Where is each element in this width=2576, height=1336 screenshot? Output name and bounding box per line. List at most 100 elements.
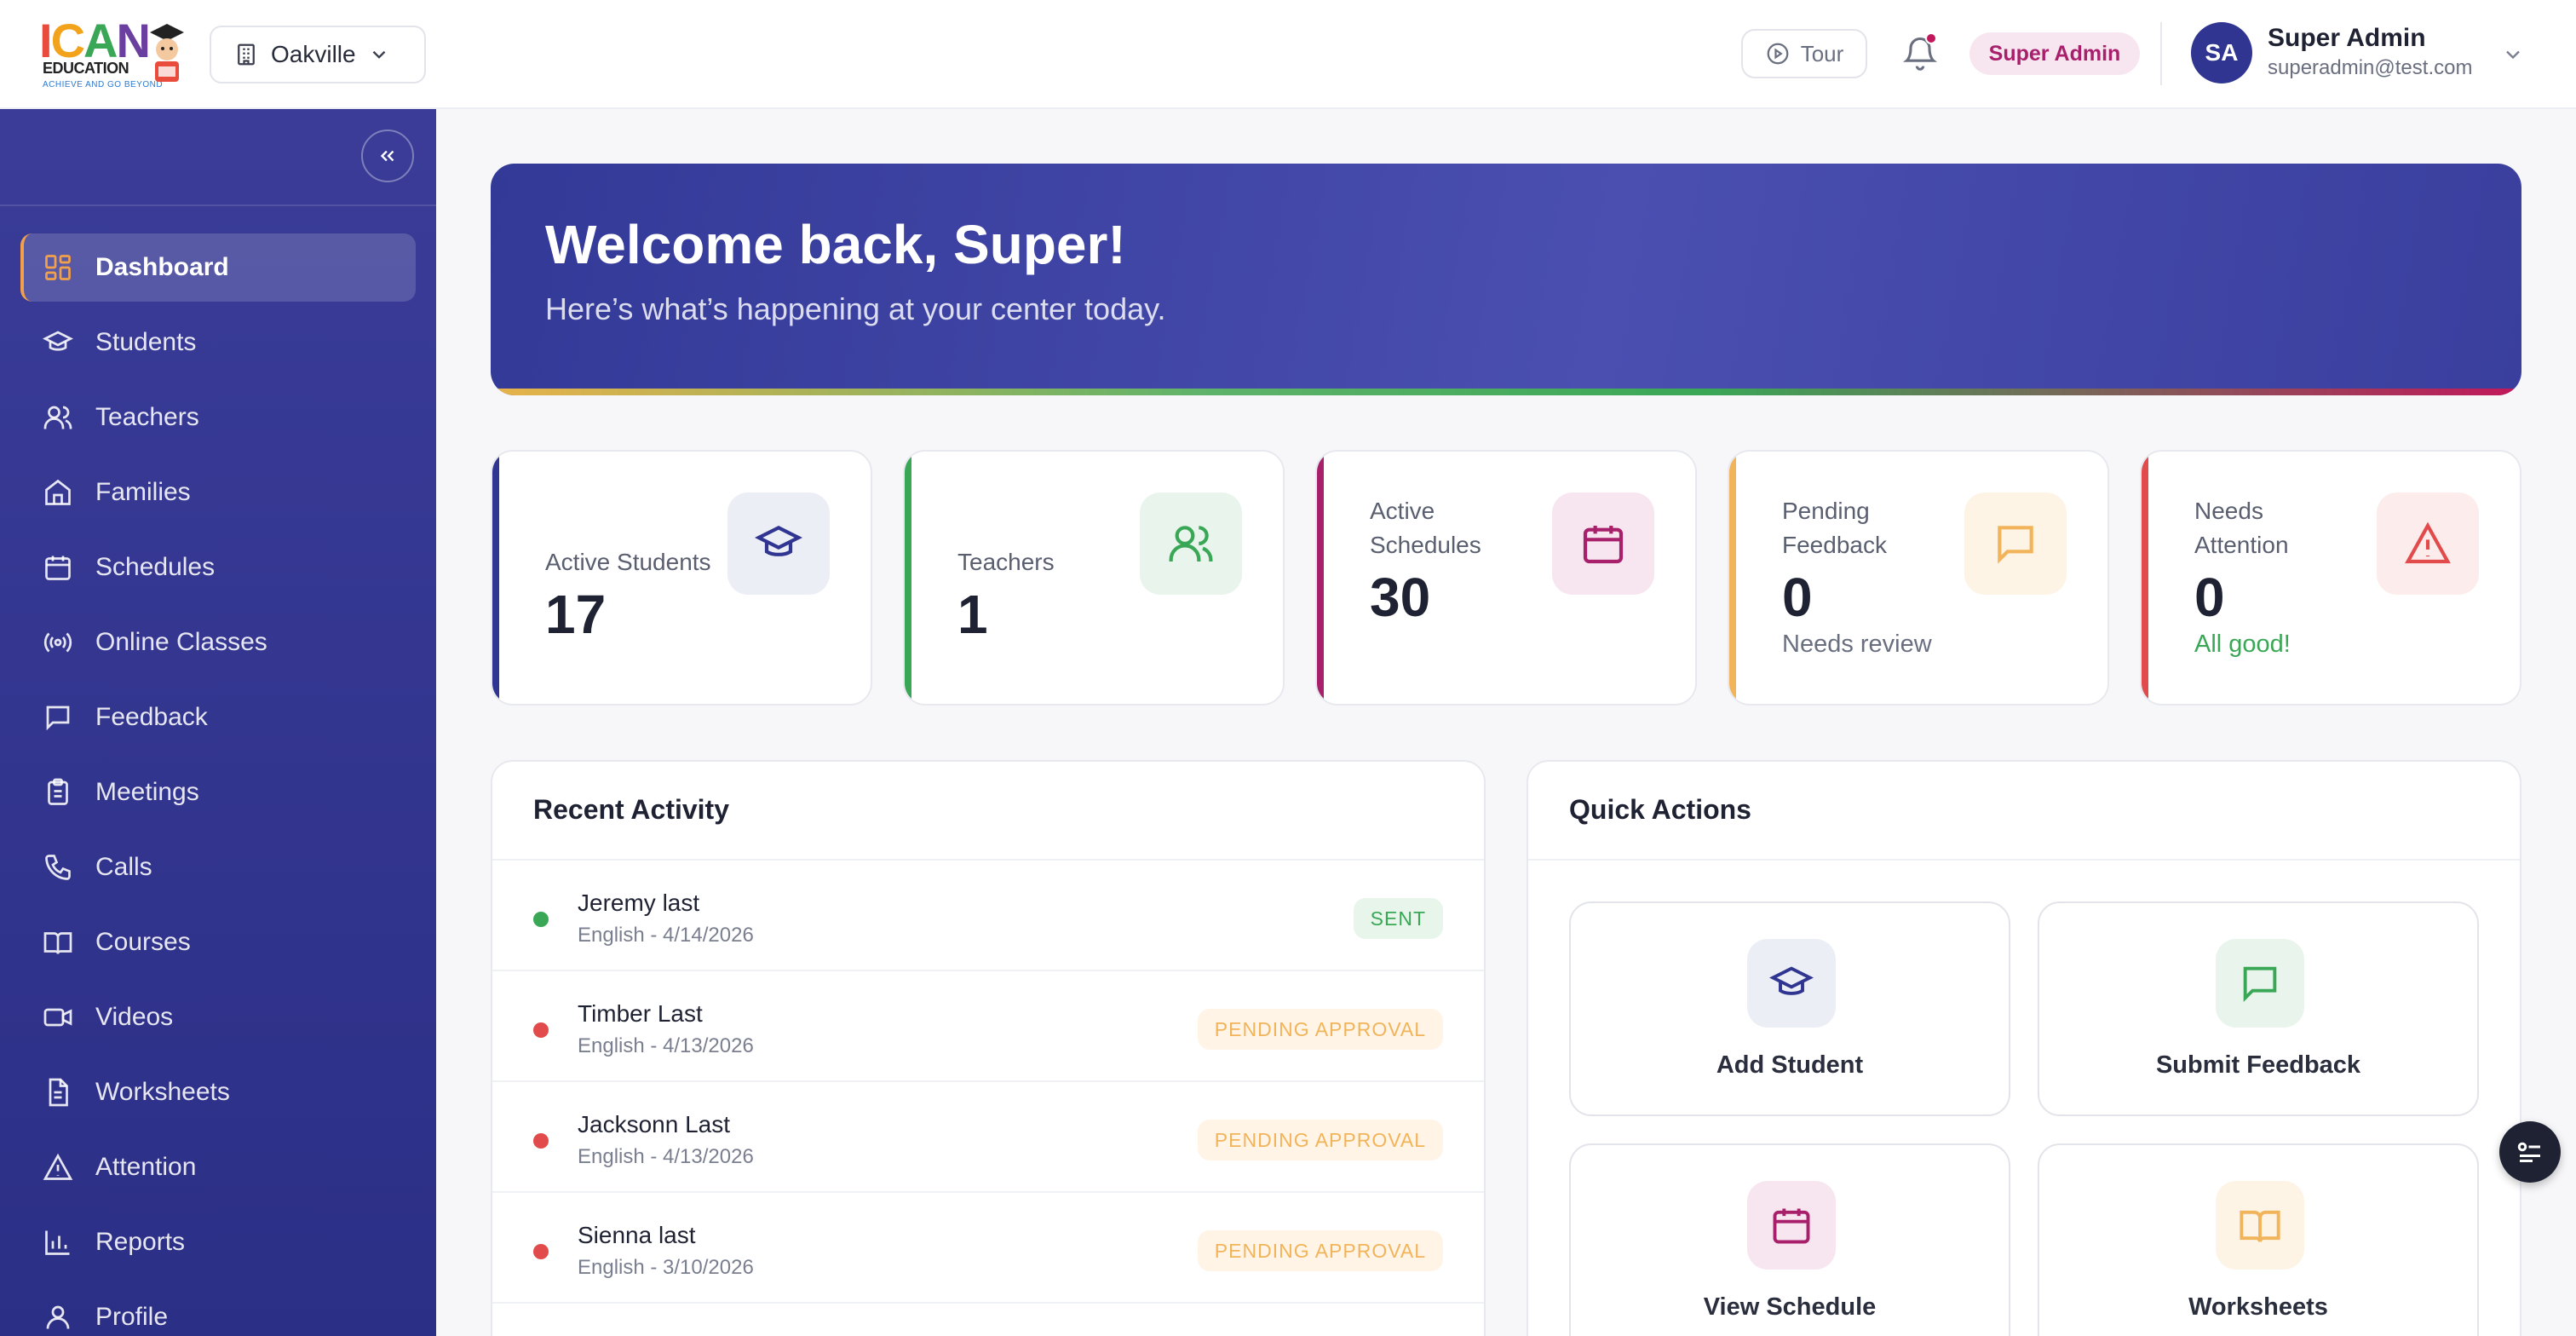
- collapse-sidebar-button[interactable]: [361, 130, 414, 182]
- calendar-icon: [1583, 526, 1624, 564]
- sidebar-item-label: Dashboard: [95, 253, 229, 281]
- list-settings-icon: [2517, 1142, 2540, 1162]
- graduation-cap-icon: [755, 525, 802, 556]
- activity-item[interactable]: Sienna last English - 3/10/2026 PENDING …: [492, 1193, 1484, 1304]
- submit-feedback-button[interactable]: Submit Feedback: [2038, 901, 2479, 1116]
- qa-label: View Schedule: [1703, 1293, 1877, 1321]
- sidebar-item-attention[interactable]: Attention: [20, 1133, 416, 1201]
- stat-label: Pending: [1782, 498, 1870, 524]
- calendar-icon: [1773, 1208, 1810, 1244]
- activity-name: Jacksonn Last: [578, 1111, 730, 1137]
- sidebar-item-label: Online Classes: [95, 628, 267, 656]
- sidebar-item-courses[interactable]: Courses: [20, 908, 416, 976]
- user-icon: [46, 1305, 70, 1329]
- stat-label: Needs: [2194, 498, 2263, 524]
- qa-label: Add Student: [1716, 1051, 1864, 1079]
- sidebar-item-worksheets[interactable]: Worksheets: [20, 1058, 416, 1126]
- worksheets-button[interactable]: Worksheets: [2038, 1143, 2479, 1336]
- avatar[interactable]: SA: [2191, 22, 2252, 84]
- activity-item[interactable]: Timber Last English - 4/13/2026 PENDING …: [492, 971, 1484, 1082]
- stat-accent-bar: [905, 452, 911, 704]
- sidebar-item-families[interactable]: Families: [20, 458, 416, 527]
- status-badge: SENT: [1353, 898, 1443, 939]
- clipboard-icon: [48, 778, 68, 805]
- message-icon: [2243, 966, 2277, 1003]
- stat-card-active-students[interactable]: Active Students 17: [491, 450, 872, 705]
- stat-card-active-schedules[interactable]: Active Schedules 30: [1315, 450, 1697, 705]
- stat-label: Active: [1370, 498, 1435, 524]
- stat-label: Schedules: [1370, 532, 1481, 558]
- stat-icon-box: [1964, 492, 2067, 595]
- qa-label: Submit Feedback: [2155, 1051, 2361, 1079]
- phone-icon: [45, 855, 71, 880]
- sidebar-item-students[interactable]: Students: [20, 308, 416, 377]
- stat-card-pending-feedback[interactable]: Pending Feedback 0 Needs review: [1728, 450, 2109, 705]
- sidebar-item-label: Feedback: [95, 703, 208, 731]
- tour-button[interactable]: Tour: [1741, 29, 1867, 78]
- logo-subtitle: EDUCATION: [43, 60, 129, 77]
- sidebar-item-reports[interactable]: Reports: [20, 1208, 416, 1276]
- sidebar-item-label: Meetings: [95, 778, 199, 806]
- add-student-button[interactable]: Add Student: [1569, 901, 2010, 1116]
- qa-label: Worksheets: [2188, 1293, 2328, 1321]
- sidebar-item-calls[interactable]: Calls: [20, 833, 416, 901]
- status-badge: PENDING APPROVAL: [1197, 1230, 1443, 1271]
- broadcast-icon: [43, 632, 72, 653]
- users-icon: [1169, 526, 1213, 561]
- panel-title: Quick Actions: [1569, 794, 1751, 825]
- stat-card-needs-attention[interactable]: Needs Attention 0 All good!: [2140, 450, 2521, 705]
- message-icon: [1998, 526, 2033, 564]
- sidebar: Dashboard Students Teachers Families Sch…: [0, 109, 436, 1336]
- activity-detail: English - 4/13/2026: [578, 1145, 754, 1168]
- logo-tagline: ACHIEVE AND GO BEYOND: [43, 80, 164, 89]
- sidebar-item-videos[interactable]: Videos: [20, 983, 416, 1051]
- stat-value: 1: [957, 584, 988, 645]
- sidebar-item-teachers[interactable]: Teachers: [20, 383, 416, 452]
- activity-item[interactable]: Jeremy last English - 4/14/2026 SENT: [492, 861, 1484, 971]
- play-circle-icon: [1767, 43, 1789, 65]
- sidebar-item-feedback[interactable]: Feedback: [20, 683, 416, 752]
- user-name[interactable]: Super Admin: [2268, 24, 2426, 53]
- stat-label: Attention: [2194, 532, 2289, 558]
- sidebar-item-label: Calls: [95, 853, 152, 881]
- view-schedule-button[interactable]: View Schedule: [1569, 1143, 2010, 1336]
- chevron-down-icon: [372, 50, 385, 59]
- stat-accent-bar: [1317, 452, 1324, 704]
- sidebar-item-dashboard[interactable]: Dashboard: [20, 233, 416, 302]
- panel-divider: [1528, 859, 2520, 861]
- sidebar-item-meetings[interactable]: Meetings: [20, 758, 416, 826]
- activity-item[interactable]: Jacksonn Last English - 4/13/2026 PENDIN…: [492, 1082, 1484, 1193]
- sidebar-item-online-classes[interactable]: Online Classes: [20, 608, 416, 677]
- stat-value: 0: [2194, 567, 2225, 628]
- graduation-cap-icon: [1769, 966, 1814, 995]
- stat-card-teachers[interactable]: Teachers 1: [903, 450, 1285, 705]
- chevron-down-icon[interactable]: [2501, 43, 2525, 66]
- logo-wordmark: ICAN: [39, 14, 151, 67]
- location-selector[interactable]: Oakville: [210, 26, 426, 84]
- ican-logo[interactable]: ICAN EDUCATION ACHIEVE AND GO BEYOND: [39, 15, 189, 92]
- calendar-icon: [45, 556, 71, 580]
- stat-accent-bar: [492, 452, 499, 704]
- qa-icon-box: [1747, 1181, 1836, 1270]
- qa-icon-box: [2216, 1181, 2304, 1270]
- activity-detail: English - 3/10/2026: [578, 1256, 754, 1279]
- stat-note: Needs review: [1782, 631, 1932, 658]
- sidebar-item-label: Students: [95, 328, 197, 356]
- file-icon: [49, 1078, 68, 1107]
- status-dot: [533, 912, 549, 927]
- banner-accent-bar: [491, 389, 2521, 395]
- floating-help-button[interactable]: [2499, 1121, 2561, 1183]
- bar-chart-icon: [45, 1230, 70, 1255]
- sidebar-item-profile[interactable]: Profile: [20, 1283, 416, 1336]
- notifications-button[interactable]: [1901, 32, 1939, 73]
- location-label: Oakville: [271, 41, 356, 67]
- book-icon: [43, 932, 72, 954]
- stat-accent-bar: [1729, 452, 1736, 704]
- status-dot: [533, 1133, 549, 1149]
- building-icon: [238, 43, 255, 66]
- sidebar-item-schedules[interactable]: Schedules: [20, 533, 416, 602]
- grid-icon: [45, 255, 71, 280]
- stat-value: 30: [1370, 567, 1431, 628]
- mascot-icon: [150, 24, 184, 82]
- stat-note: All good!: [2194, 631, 2291, 658]
